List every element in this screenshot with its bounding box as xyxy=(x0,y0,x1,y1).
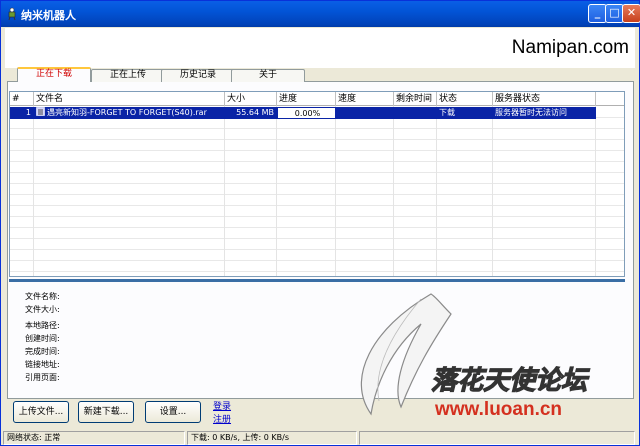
grid-column-line xyxy=(276,92,277,276)
banner: Namipan.com xyxy=(5,28,635,68)
new-download-button[interactable]: 新建下载... xyxy=(78,401,134,423)
column-header-progress[interactable]: 进度 xyxy=(277,92,336,106)
grid-column-line xyxy=(33,92,34,276)
detail-label-completed: 完成时间: xyxy=(25,347,60,356)
grid-column-line xyxy=(492,92,493,276)
watermark-text: 落花天使论坛 xyxy=(431,366,590,396)
table-row[interactable]: 1 遇亮新知羽-FORGET TO FORGET(S40).rar 55.64 … xyxy=(10,107,624,119)
column-header-index[interactable]: # xyxy=(10,92,34,106)
detail-label-created: 创建时间: xyxy=(25,334,60,343)
watermark-feather xyxy=(360,293,452,416)
row-remaining xyxy=(394,107,437,119)
row-progress: 0.00% xyxy=(277,107,336,119)
list-header: # 文件名 大小 进度 速度 剩余时间 状态 服务器状态 xyxy=(10,92,624,106)
close-icon: ✕ xyxy=(626,6,637,19)
brand-logo-text: Namipan.com xyxy=(511,37,629,58)
watermark: 落花天使论坛 www.luoan.cn xyxy=(360,293,591,420)
column-header-server-status[interactable]: 服务器状态 xyxy=(493,92,596,106)
row-filename-cell: 遇亮新知羽-FORGET TO FORGET(S40).rar xyxy=(34,107,225,119)
column-header-size[interactable]: 大小 xyxy=(225,92,277,106)
column-header-remaining[interactable]: 剩余时间 xyxy=(394,92,437,106)
row-index: 1 xyxy=(10,107,34,119)
maximize-icon: □ xyxy=(609,6,620,19)
register-link[interactable]: 注册 xyxy=(213,412,231,425)
row-server-status: 服务器暂时无法访问 xyxy=(493,107,596,119)
upload-file-button[interactable]: 上传文件... xyxy=(13,401,69,423)
title-bar[interactable]: 纳米机器人 _ □ ✕ xyxy=(1,1,640,27)
grid-column-line xyxy=(335,92,336,276)
row-size: 55.64 MB xyxy=(225,107,277,119)
grid-lines xyxy=(10,107,624,276)
tab-strip: 正在下载 正在上传 历史记录 关于 xyxy=(15,67,625,82)
column-header-status[interactable]: 状态 xyxy=(437,92,493,106)
tab-about[interactable]: 关于 xyxy=(231,69,305,82)
detail-label-filesize: 文件大小: xyxy=(25,305,60,314)
settings-button[interactable]: 设置... xyxy=(145,401,201,423)
detail-label-link: 链接地址: xyxy=(25,360,60,369)
grid-column-line xyxy=(436,92,437,276)
network-status: 网络状态: 正常 xyxy=(3,431,185,445)
status-extra xyxy=(359,431,635,445)
download-list[interactable]: # 文件名 大小 进度 速度 剩余时间 状态 服务器状态 1 遇亮新知羽-FOR… xyxy=(9,91,625,277)
robot-app-icon xyxy=(8,7,16,21)
detail-label-referer: 引用页面: xyxy=(25,373,60,382)
close-button[interactable]: ✕ xyxy=(622,4,640,23)
app-window: 纳米机器人 _ □ ✕ Namipan.com 正在下载 正在上传 历史记录 关… xyxy=(0,0,640,446)
grid-column-line xyxy=(224,92,225,276)
login-link[interactable]: 登录 xyxy=(213,399,231,412)
grid-column-line xyxy=(393,92,394,276)
minimize-icon: _ xyxy=(594,6,601,19)
status-bar: 网络状态: 正常 下载: 0 KB/s, 上传: 0 KB/s xyxy=(3,431,637,445)
window-title: 纳米机器人 xyxy=(21,9,76,22)
tab-uploading[interactable]: 正在上传 xyxy=(91,69,165,82)
row-speed xyxy=(336,107,394,119)
row-filename: 遇亮新知羽-FORGET TO FORGET(S40).rar xyxy=(47,108,207,117)
watermark-url: www.luoan.cn xyxy=(434,399,562,420)
grid-column-line xyxy=(595,92,596,276)
archive-file-icon xyxy=(36,107,45,116)
detail-label-filename: 文件名称: xyxy=(25,292,60,301)
tab-history[interactable]: 历史记录 xyxy=(161,69,235,82)
detail-label-local-path: 本地路径: xyxy=(25,321,60,330)
transfer-speed-status: 下载: 0 KB/s, 上传: 0 KB/s xyxy=(187,431,357,445)
column-header-speed[interactable]: 速度 xyxy=(336,92,394,106)
row-status: 下载 xyxy=(437,107,493,119)
tab-downloading[interactable]: 正在下载 xyxy=(17,67,91,82)
column-header-filename[interactable]: 文件名 xyxy=(34,92,225,106)
panel-splitter[interactable] xyxy=(9,279,625,282)
